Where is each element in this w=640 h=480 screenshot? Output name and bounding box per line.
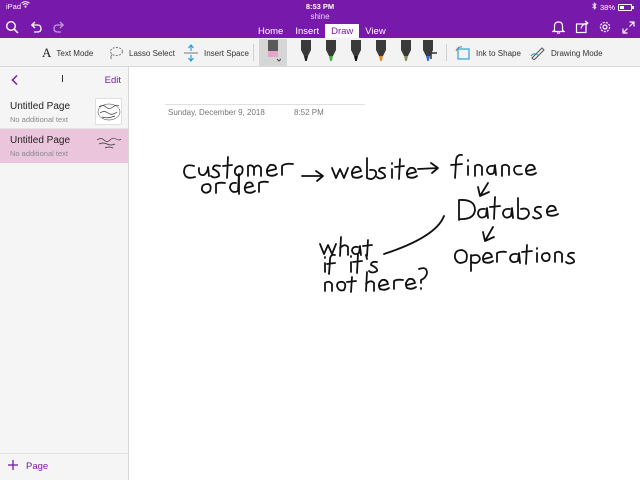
ink-arrow [477,182,490,197]
ink-word-finance [450,153,537,179]
ink-word-website [331,157,418,180]
ink-word-if-its [324,253,379,275]
ink-arrow [417,162,439,174]
ink-word-Database [458,196,559,221]
ink-word-what [319,236,373,257]
ink-word-Operations [453,244,576,272]
handwritten-ink[interactable] [0,0,640,480]
ink-connector [383,215,445,255]
ink-arrow [482,226,495,242]
ink-arrow [301,170,324,182]
